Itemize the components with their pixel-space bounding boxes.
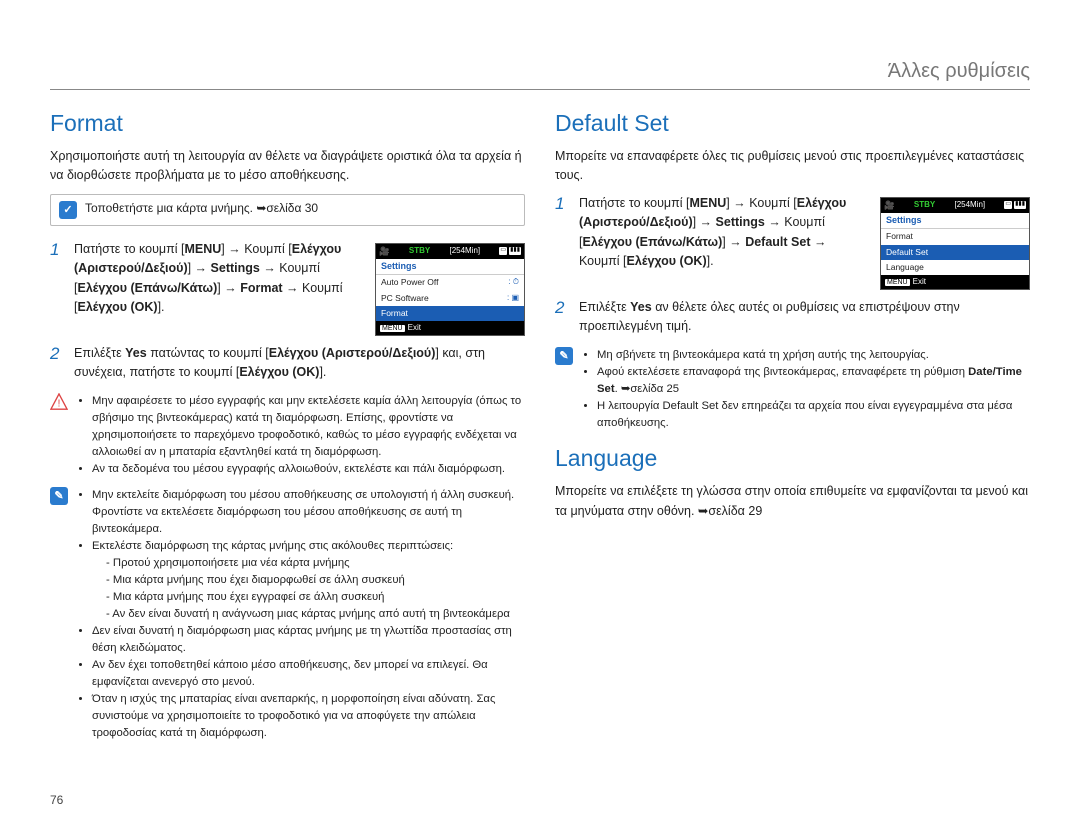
- format-title: Format: [50, 110, 525, 137]
- lcd-row-selected: Format: [376, 306, 524, 321]
- lcd-settings-header: Settings: [881, 213, 1029, 230]
- defaultset-title: Default Set: [555, 110, 1030, 137]
- format-note-block: ✎ Μην εκτελείτε διαμόρφωση του μέσου απο…: [50, 487, 525, 741]
- note-item: Αν δεν έχει τοποθετηθεί κάποιο μέσο αποθ…: [92, 657, 525, 691]
- note-item: Μην εκτελείτε διαμόρφωση του μέσου αποθή…: [92, 487, 525, 538]
- note-icon: ✎: [50, 487, 68, 505]
- step-number: 2: [50, 344, 64, 383]
- warning-item: Μην αφαιρέσετε το μέσο εγγραφής και μην …: [92, 393, 525, 461]
- language-body: Μπορείτε να επιλέξετε τη γλώσσα στην οπο…: [555, 482, 1030, 521]
- note-icon: ✎: [555, 347, 573, 365]
- defaultset-step2-text: Επιλέξτε Yes αν θέλετε όλες αυτές οι ρυθ…: [579, 298, 1030, 337]
- note-item: Αφού εκτελέσετε επαναφορά της βιντεοκάμε…: [597, 364, 1030, 398]
- defaultset-lcd-preview: 🎥 STBY [254Min] ▭▮▮▮ Settings Format Def…: [880, 197, 1030, 290]
- defaultset-step1-text: Πατήστε το κουμπί [MENU] → Κουμπί [Ελέγχ…: [579, 194, 870, 272]
- step-number: 2: [555, 298, 569, 337]
- note-item: Μη σβήνετε τη βιντεοκάμερα κατά τη χρήση…: [597, 347, 1030, 364]
- lcd-row: Format: [881, 229, 1029, 244]
- note-icon: ✓: [59, 201, 77, 219]
- right-column: Default Set Μπορείτε να επαναφέρετε όλες…: [555, 104, 1030, 750]
- format-intro: Χρησιμοποιήστε αυτή τη λειτουργία αν θέλ…: [50, 147, 525, 186]
- note-item: Όταν η ισχύς της μπαταρίας είναι ανεπαρκ…: [92, 691, 525, 742]
- tip-box: ✓ Τοποθετήστε μια κάρτα μνήμης. ➥σελίδα …: [50, 194, 525, 226]
- lcd-row: Auto Power Off: ⏱: [376, 275, 524, 290]
- warning-icon: !: [50, 393, 68, 411]
- tip-text: Τοποθετήστε μια κάρτα μνήμης. ➥σελίδα 30: [85, 201, 318, 215]
- step-number: 1: [555, 194, 569, 290]
- svg-text:!: !: [58, 398, 61, 409]
- defaultset-steps: 1 Πατήστε το κουμπί [MENU] → Κουμπί [Ελέ…: [555, 194, 1030, 337]
- lcd-row: Language: [881, 260, 1029, 275]
- left-column: Format Χρησιμοποιήστε αυτή τη λειτουργία…: [50, 104, 525, 750]
- lcd-row: PC Software: ▣: [376, 291, 524, 306]
- format-warning-block: ! Μην αφαιρέσετε το μέσο εγγραφής και μη…: [50, 393, 525, 478]
- step-number: 1: [50, 240, 64, 336]
- content-columns: Format Χρησιμοποιήστε αυτή τη λειτουργία…: [50, 104, 1030, 750]
- defaultset-intro: Μπορείτε να επαναφέρετε όλες τις ρυθμίσε…: [555, 147, 1030, 186]
- lcd-row-selected: Default Set: [881, 245, 1029, 260]
- defaultset-note-block: ✎ Μη σβήνετε τη βιντεοκάμερα κατά τη χρή…: [555, 347, 1030, 432]
- language-title: Language: [555, 445, 1030, 472]
- format-step1-text: Πατήστε το κουμπί [MENU] → Κουμπί [Ελέγχ…: [74, 240, 365, 318]
- note-item: Εκτελέστε διαμόρφωση της κάρτας μνήμης σ…: [92, 538, 525, 623]
- note-item: Δεν είναι δυνατή η διαμόρφωση μιας κάρτα…: [92, 623, 525, 657]
- page-header: Άλλες ρυθμίσεις: [50, 60, 1030, 90]
- note-item: Η λειτουργία Default Set δεν επηρεάζει τ…: [597, 398, 1030, 432]
- page-number: 76: [50, 793, 63, 807]
- format-step2-text: Επιλέξτε Yes πατώντας το κουμπί [Ελέγχου…: [74, 344, 525, 383]
- format-steps: 1 Πατήστε το κουμπί [MENU] → Κουμπί [Ελέ…: [50, 240, 525, 383]
- warning-item: Αν τα δεδομένα του μέσου εγγραφής αλλοιω…: [92, 461, 525, 478]
- format-lcd-preview: 🎥 STBY [254Min] ▭▮▮▮ Settings Auto Power…: [375, 243, 525, 336]
- lcd-settings-header: Settings: [376, 259, 524, 276]
